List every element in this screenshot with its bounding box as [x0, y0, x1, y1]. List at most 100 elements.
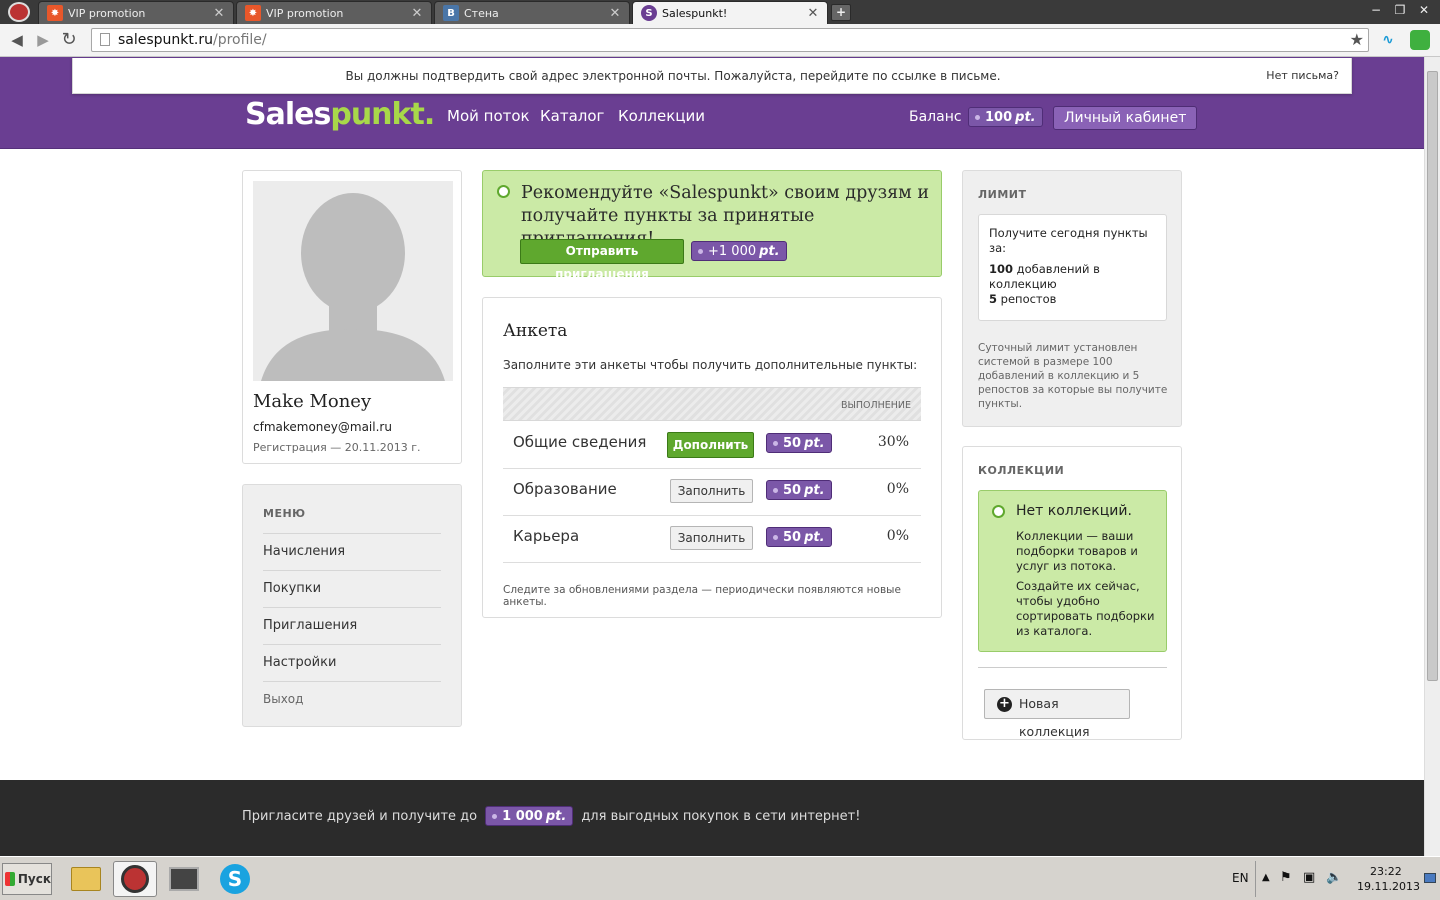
personal-cabinet-button[interactable]: Личный кабинет: [1053, 106, 1198, 130]
browser-toolbar: ◀ ▶ ↻ salespunkt.ru/profile/ ★ ∿: [0, 24, 1440, 57]
close-icon[interactable]: ✕: [607, 6, 623, 21]
limit-additions-count: 100: [989, 262, 1014, 276]
forward-arrow-icon[interactable]: ▶: [32, 29, 54, 51]
footer-text-before: Пригласите друзей и получите до: [242, 808, 478, 824]
menu-title: МЕНЮ: [263, 507, 306, 520]
tab-title: VIP promotion: [68, 6, 146, 20]
os-taskbar: Пуск S EN ▲ ⚑ ▣ 🔈 23:22 19.11.2013: [0, 856, 1440, 900]
survey-progress: 0%: [886, 481, 909, 497]
menu-item-purchases[interactable]: Покупки: [263, 570, 441, 607]
reload-icon[interactable]: ↻: [58, 29, 80, 51]
menu-item-accruals[interactable]: Начисления: [263, 533, 441, 570]
tab-title: Стена: [464, 6, 499, 20]
survey-points-unit: pt.: [804, 435, 825, 451]
clock-time[interactable]: 23:22: [1370, 865, 1402, 878]
nav-collections[interactable]: Коллекции: [618, 107, 705, 125]
page-scrollbar[interactable]: [1424, 57, 1440, 856]
email-confirm-notice: Вы должны подтвердить свой адрес электро…: [72, 58, 1352, 94]
start-label: Пуск: [17, 872, 51, 886]
browser-tab-vip-promotion-2[interactable]: ✸ VIP promotion ✕: [236, 1, 432, 24]
no-mail-link[interactable]: Нет письма?: [1266, 69, 1339, 82]
survey-fill-button[interactable]: Заполнить: [670, 479, 753, 503]
new-collection-button[interactable]: + Новая коллекция: [984, 689, 1130, 739]
info-dot-icon: [497, 185, 510, 198]
nav-my-feed[interactable]: Мой поток: [447, 107, 530, 125]
minimize-button[interactable]: −: [1366, 3, 1386, 19]
footer-text-after: для выгодных покупок в сети интернет!: [581, 808, 861, 824]
survey-row-name: Общие сведения: [513, 433, 647, 451]
send-invitations-button[interactable]: Отправить приглашения: [520, 239, 684, 281]
survey-points-badge: 50 pt.: [766, 433, 832, 453]
back-arrow-icon[interactable]: ◀: [6, 29, 28, 51]
extension-green-icon[interactable]: [1410, 30, 1430, 50]
new-tab-button[interactable]: +: [831, 4, 851, 21]
browser-tab-vip-promotion-1[interactable]: ✸ VIP promotion ✕: [38, 1, 234, 24]
collections-divider: [978, 667, 1167, 668]
survey-title: Анкета: [503, 321, 568, 341]
browser-tab-wall[interactable]: В Стена ✕: [434, 1, 630, 24]
bookmark-star-icon[interactable]: ★: [1350, 29, 1364, 51]
show-desktop-icon[interactable]: [1424, 873, 1436, 883]
file-explorer-icon[interactable]: [64, 861, 108, 897]
footer-points-badge: 1 000 pt.: [485, 806, 574, 826]
balance-value: 100: [985, 109, 1013, 125]
invite-points-badge: +1 000 pt.: [691, 241, 787, 261]
menu-item-settings[interactable]: Настройки: [263, 644, 441, 681]
start-button[interactable]: Пуск: [2, 863, 52, 895]
survey-row-name: Образование: [513, 480, 617, 498]
flag-icon[interactable]: ⚑: [1280, 870, 1292, 885]
limit-line-reposts: 5 репостов: [989, 292, 1156, 307]
page-viewport: Вы должны подтвердить свой адрес электро…: [0, 57, 1424, 856]
close-icon[interactable]: ✕: [409, 6, 425, 21]
scrollbar-thumb[interactable]: [1427, 71, 1438, 681]
footer-points-unit: pt.: [545, 808, 567, 824]
side-menu: МЕНЮ Начисления Покупки Приглашения Наст…: [242, 484, 462, 727]
browser-tab-strip: ✸ VIP promotion ✕ ✸ VIP promotion ✕ В Ст…: [0, 0, 1440, 24]
survey-points-unit: pt.: [804, 529, 825, 545]
system-tray: ▲ ⚑ ▣ 🔈 23:22 19.11.2013: [1255, 861, 1438, 897]
footer-invite-line: Пригласите друзей и получите до 1 000 pt.…: [242, 806, 860, 826]
chevron-up-icon[interactable]: ▲: [1262, 872, 1270, 883]
clock-date[interactable]: 19.11.2013: [1357, 880, 1420, 893]
limit-intro: Получите сегодня пункты за:: [989, 226, 1148, 255]
menu-item-invitations[interactable]: Приглашения: [263, 607, 441, 644]
survey-points-value: 50: [783, 529, 802, 545]
skype-icon[interactable]: S: [213, 861, 257, 897]
balance-label: Баланс: [909, 109, 962, 125]
invite-banner: Рекомендуйте «Salespunkt» своим друзям и…: [482, 170, 942, 281]
limit-title: ЛИМИТ: [978, 188, 1027, 201]
close-icon[interactable]: ✕: [211, 6, 227, 21]
row-divider: [503, 562, 921, 563]
survey-table-header: ВЫПОЛНЕНИЕ: [503, 387, 921, 421]
vk-icon: В: [443, 5, 459, 21]
limit-panel: ЛИМИТ Получите сегодня пункты за: 100 до…: [962, 170, 1182, 427]
browser-tab-salespunkt[interactable]: S Salespunkt! ✕: [632, 1, 828, 24]
maximize-button[interactable]: ❐: [1390, 3, 1410, 19]
extension-wave-icon[interactable]: ∿: [1377, 32, 1399, 48]
site-header: Вы должны подтвердить свой адрес электро…: [0, 57, 1424, 149]
close-window-button[interactable]: ✕: [1414, 3, 1434, 19]
column-progress-header: ВЫПОЛНЕНИЕ: [840, 400, 911, 411]
limit-card: Получите сегодня пункты за: 100 добавлен…: [978, 214, 1167, 321]
network-icon[interactable]: ▣: [1303, 870, 1315, 885]
row-divider: [503, 515, 921, 516]
nav-catalog[interactable]: Каталог: [540, 107, 604, 125]
collections-title: КОЛЛЕКЦИИ: [978, 464, 1065, 477]
language-indicator[interactable]: EN: [1232, 871, 1249, 885]
volume-icon[interactable]: 🔈: [1326, 870, 1342, 885]
survey-fill-button[interactable]: Дополнить: [667, 432, 754, 458]
windows-logo-icon: [5, 872, 15, 886]
survey-fill-button[interactable]: Заполнить: [670, 526, 753, 550]
profile-name: Make Money: [253, 391, 372, 412]
site-logo[interactable]: Salespunkt.: [245, 97, 435, 132]
avatar[interactable]: [253, 181, 453, 381]
address-bar[interactable]: salespunkt.ru/profile/ ★: [91, 28, 1369, 52]
close-icon[interactable]: ✕: [805, 6, 821, 21]
survey-points-value: 50: [783, 482, 802, 498]
browser-taskbar-icon[interactable]: [113, 861, 157, 897]
menu-item-logout[interactable]: Выход: [263, 681, 441, 718]
computer-monitor-icon[interactable]: [162, 861, 206, 897]
survey-progress: 0%: [886, 528, 909, 544]
profile-registration: Регистрация — 20.11.2013 г.: [253, 441, 421, 454]
browser-app-icon[interactable]: [8, 2, 30, 22]
